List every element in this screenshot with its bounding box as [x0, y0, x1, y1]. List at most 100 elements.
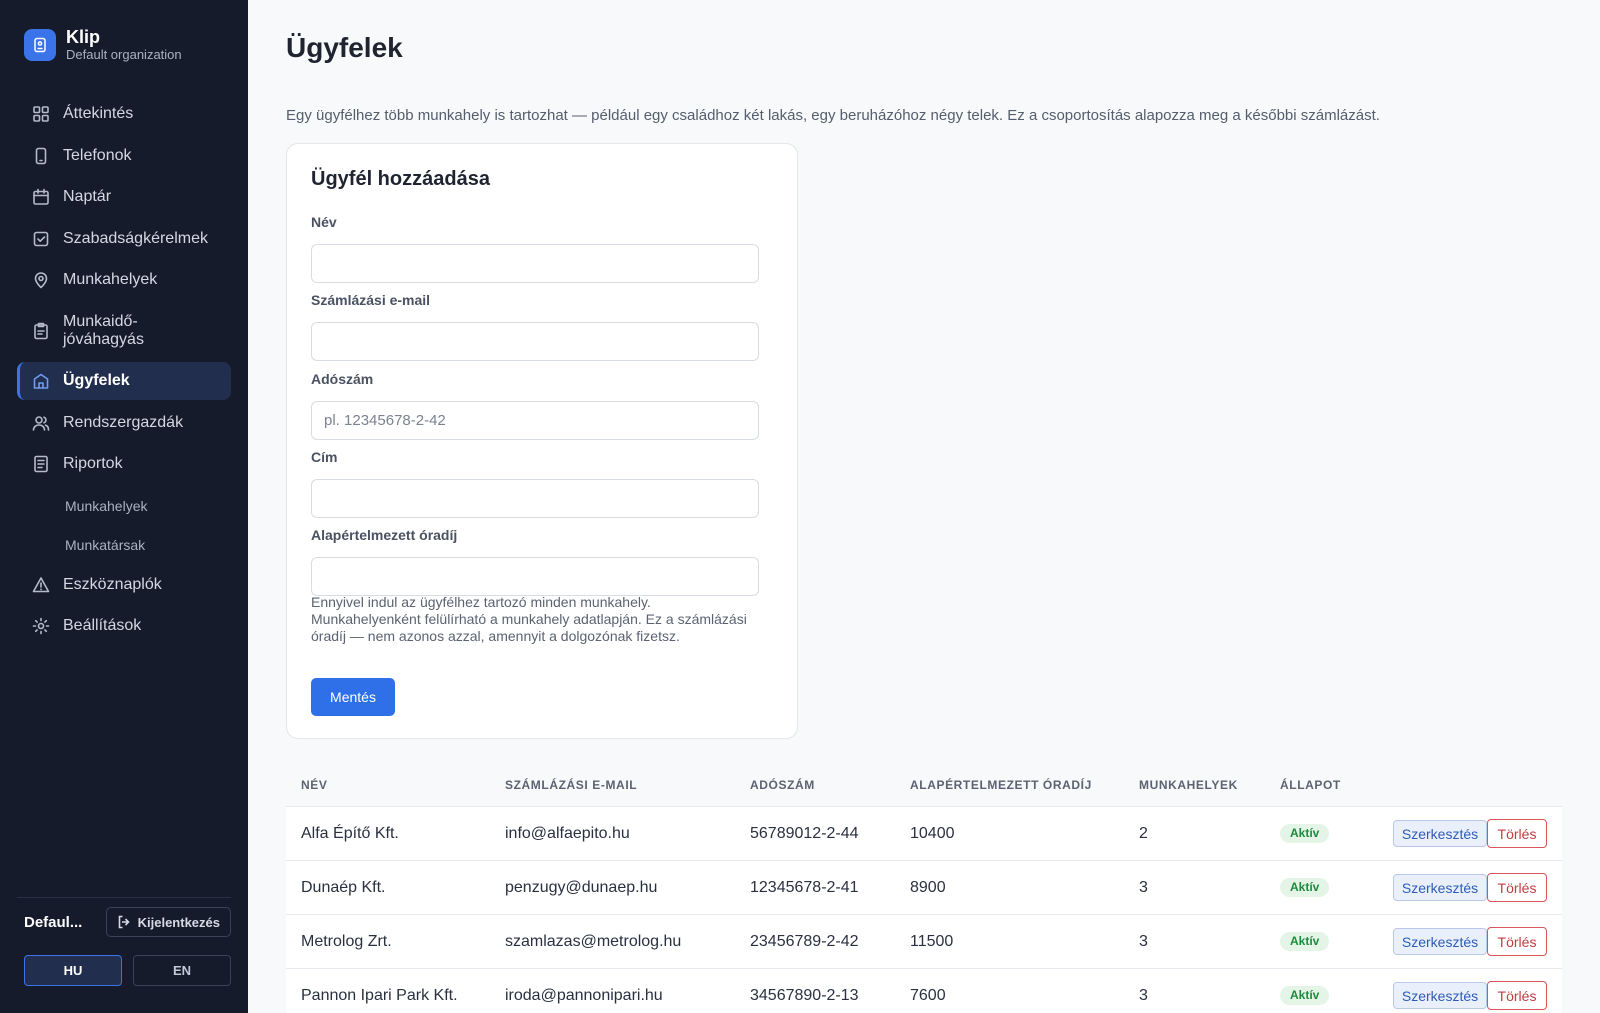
sidebar-item-label: Rendszergazdák [63, 413, 184, 431]
logout-button[interactable]: Kijelentkezés [105, 907, 231, 937]
default-rate-help: Ennyivel indul az ügyfélhez tartozó mind… [311, 594, 747, 644]
column-header-name[interactable]: NÉV [301, 778, 327, 792]
column-header-email[interactable]: SZÁMLÁZÁSI E-MAIL [505, 778, 637, 792]
sidebar-item-beallitasok[interactable]: Beállítások [17, 607, 231, 645]
edit-button[interactable]: Szerkesztés [1393, 820, 1487, 847]
tax-number-label: Adószám [311, 371, 374, 387]
clients-table: NÉV SZÁMLÁZÁSI E-MAIL ADÓSZÁM ALAPÉRTELM… [286, 766, 1562, 1013]
client-tax: 56789012-2-44 [750, 825, 859, 842]
calendar-icon [32, 188, 50, 206]
sidebar-footer: Defaul... Kijelentkezés HU EN [17, 897, 231, 986]
client-rate: 10400 [910, 825, 955, 842]
sidebar-item-ugyfelek[interactable]: Ügyfelek [17, 362, 231, 400]
add-client-card: Ügyfél hozzáadása Név Számlázási e-mail … [286, 143, 798, 739]
phone-icon [32, 147, 50, 165]
status-badge: Aktív [1280, 878, 1330, 897]
edit-button[interactable]: Szerkesztés [1393, 874, 1487, 901]
sidebar-item-eszkoznaplok[interactable]: Eszköznaplók [17, 566, 231, 604]
client-email: szamlazas@metrolog.hu [505, 933, 682, 950]
default-rate-field-group: Alapértelmezett óradíj [311, 527, 759, 596]
sidebar-item-attekintes[interactable]: Áttekintés [17, 95, 231, 133]
clipboard-icon [32, 322, 50, 340]
users-icon [32, 414, 50, 432]
delete-button[interactable]: Törlés [1487, 981, 1547, 1010]
delete-button[interactable]: Törlés [1487, 927, 1547, 956]
sidebar-item-munkahelyek[interactable]: Munkahelyek [17, 261, 231, 299]
sidebar-subitem-munkahelyek[interactable]: Munkahelyek [17, 487, 231, 525]
sidebar-item-riportok[interactable]: Riportok [17, 445, 231, 483]
client-sites: 3 [1139, 987, 1148, 1004]
logout-icon [118, 915, 130, 929]
checkbox-icon [32, 230, 50, 248]
address-input[interactable] [311, 479, 759, 518]
column-header-tax[interactable]: ADÓSZÁM [750, 778, 815, 792]
address-field-group: Cím [311, 449, 759, 518]
status-badge: Aktív [1280, 932, 1330, 951]
sidebar-nav: Áttekintés Telefonok Naptár Szabadságkér… [17, 95, 231, 649]
client-tax: 34567890-2-13 [750, 987, 859, 1004]
client-name: Pannon Ipari Park Kft. [301, 987, 458, 1004]
client-tax: 23456789-2-42 [750, 933, 859, 950]
building-icon [32, 372, 50, 390]
dashboard-icon [32, 105, 50, 123]
column-header-sites[interactable]: MUNKAHELYEK [1139, 778, 1238, 792]
lang-en-button[interactable]: EN [133, 955, 231, 986]
brand-name: Klip [66, 27, 100, 47]
logout-label: Kijelentkezés [137, 914, 220, 930]
client-name: Alfa Építő Kft. [301, 825, 399, 842]
table-row: Pannon Ipari Park Kft. iroda@pannonipari… [286, 968, 1562, 1013]
client-name: Metrolog Zrt. [301, 933, 392, 950]
client-tax: 12345678-2-41 [750, 879, 859, 896]
billing-email-field-group: Számlázási e-mail [311, 292, 759, 361]
client-sites: 2 [1139, 825, 1148, 842]
table-row: Dunaép Kft. penzugy@dunaep.hu 12345678-2… [286, 860, 1562, 914]
sidebar-item-label: Munkahelyek [63, 271, 158, 288]
delete-button[interactable]: Törlés [1487, 819, 1547, 848]
sidebar-item-label: Munkaidő-jóváhagyás [63, 312, 144, 348]
column-header-status[interactable]: ÁLLAPOT [1280, 778, 1341, 792]
column-header-rate[interactable]: ALAPÉRTELMEZETT ÓRADÍJ [910, 778, 1092, 792]
client-sites: 3 [1139, 933, 1148, 950]
sidebar-item-label: Riportok [63, 455, 123, 472]
map-pin-icon [32, 271, 50, 289]
brand-org: Default organization [66, 47, 182, 62]
delete-button[interactable]: Törlés [1487, 873, 1547, 902]
name-input[interactable] [311, 244, 759, 283]
edit-button[interactable]: Szerkesztés [1393, 982, 1487, 1009]
sidebar-item-telefonok[interactable]: Telefonok [17, 137, 231, 175]
report-icon [32, 455, 50, 473]
badge-icon [24, 29, 56, 61]
edit-button[interactable]: Szerkesztés [1393, 928, 1487, 955]
default-rate-input[interactable] [311, 557, 759, 596]
client-rate: 8900 [910, 879, 946, 896]
client-rate: 11500 [910, 933, 954, 950]
save-button[interactable]: Mentés [311, 678, 395, 716]
sidebar-item-naptar[interactable]: Naptár [17, 178, 231, 216]
card-title: Ügyfél hozzáadása [311, 168, 490, 190]
sidebar-item-label: Telefonok [63, 146, 132, 164]
warning-icon [32, 576, 50, 594]
sidebar: Klip Default organization Áttekintés Tel… [0, 0, 248, 1013]
name-label: Név [311, 214, 337, 230]
sidebar-item-szabadsagkerelmek[interactable]: Szabadságkérelmek [17, 220, 231, 258]
client-rate: 7600 [910, 987, 946, 1004]
lang-hu-button[interactable]: HU [24, 955, 122, 986]
sidebar-item-label: Szabadságkérelmek [63, 229, 208, 247]
tax-number-field-group: Adószám [311, 371, 759, 440]
sidebar-item-label: Ügyfelek [63, 372, 130, 389]
sidebar-subitem-munkatarsak[interactable]: Munkatársak [17, 526, 231, 564]
table-row: Metrolog Zrt. szamlazas@metrolog.hu 2345… [286, 914, 1562, 968]
sidebar-item-label: Beállítások [63, 617, 142, 634]
table-row: Alfa Építő Kft. info@alfaepito.hu 567890… [286, 806, 1562, 860]
billing-email-input[interactable] [311, 322, 759, 361]
brand[interactable]: Klip Default organization [24, 27, 182, 63]
sidebar-item-munkaido-jovahagyas[interactable]: Munkaidő-jóváhagyás [17, 303, 231, 359]
status-badge: Aktív [1280, 824, 1330, 843]
client-email: penzugy@dunaep.hu [505, 879, 658, 896]
sidebar-item-label: Áttekintés [63, 105, 134, 122]
name-field-group: Név [311, 214, 759, 283]
tax-number-input[interactable] [311, 401, 759, 440]
page-intro: Egy ügyfélhez több munkahely is tartozha… [286, 107, 1380, 124]
sidebar-item-rendszergazdak[interactable]: Rendszergazdák [17, 404, 231, 442]
sidebar-item-label: Eszköznaplók [63, 575, 162, 593]
